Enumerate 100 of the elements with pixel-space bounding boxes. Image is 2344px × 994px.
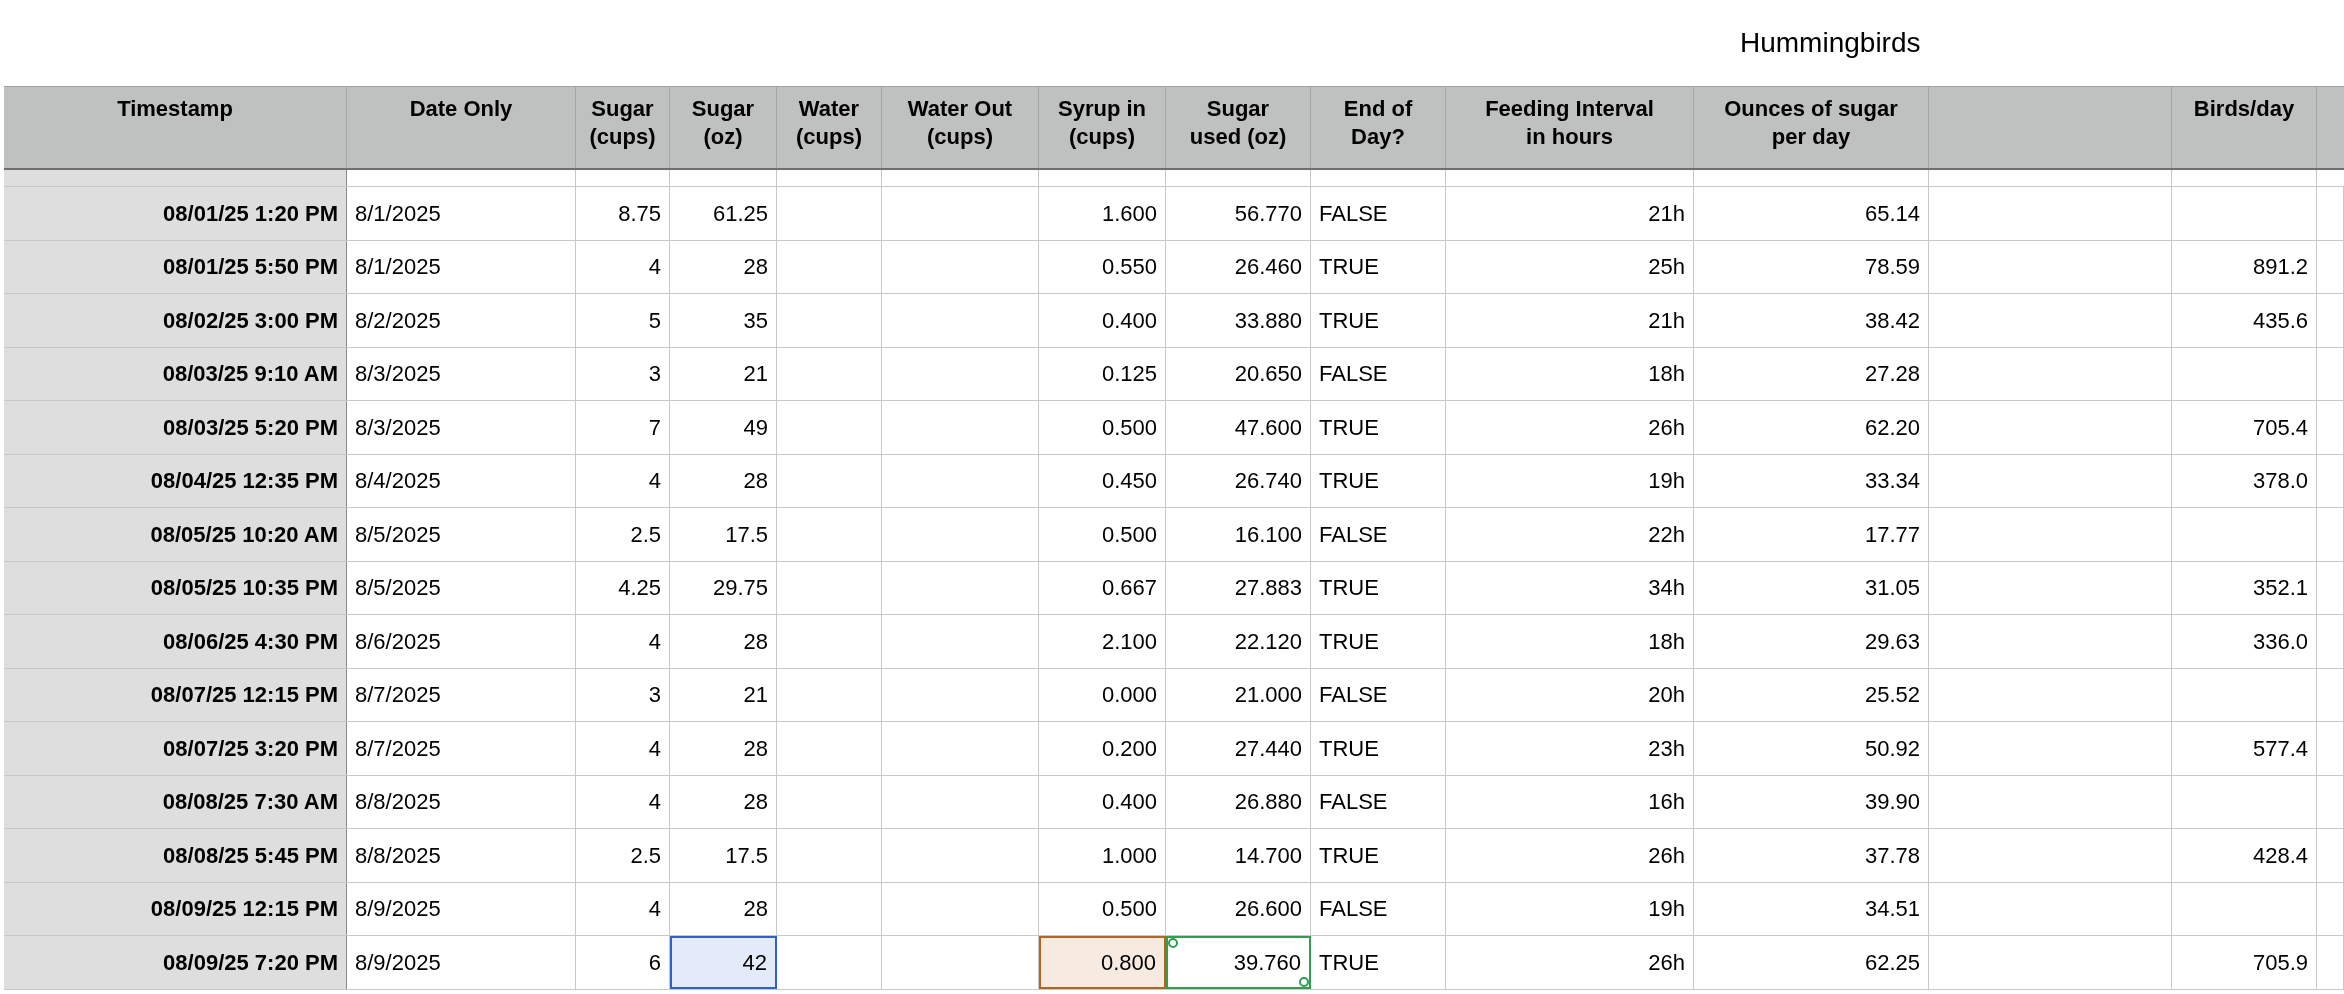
table-cell[interactable]: 4 — [576, 615, 670, 668]
table-cell[interactable]: TRUE — [1311, 401, 1446, 454]
table-cell[interactable]: 21 — [670, 347, 777, 400]
table-cell[interactable]: 8/7/2025 — [347, 722, 576, 775]
table-cell[interactable]: 23h — [1446, 722, 1694, 775]
table-cell[interactable]: 18h — [1446, 615, 1694, 668]
table-cell[interactable]: FALSE — [1311, 347, 1446, 400]
table-cell[interactable]: 8.75 — [576, 187, 670, 240]
table-cell[interactable]: 0.800 — [1039, 936, 1166, 989]
table-cell[interactable]: 8/5/2025 — [347, 508, 576, 561]
row-header-cell[interactable]: 08/02/25 3:00 PM — [4, 294, 347, 347]
table-cell[interactable]: 27.883 — [1166, 561, 1311, 614]
table-cell[interactable]: TRUE — [1311, 829, 1446, 882]
row-header-cell[interactable]: 08/05/25 10:20 AM — [4, 508, 347, 561]
table-cell[interactable]: 33.880 — [1166, 294, 1311, 347]
table-cell[interactable]: 26.740 — [1166, 454, 1311, 507]
table-cell[interactable]: 8/5/2025 — [347, 561, 576, 614]
table-cell[interactable]: 28 — [670, 615, 777, 668]
table-cell[interactable]: 26.600 — [1166, 882, 1311, 935]
table-cell[interactable]: 26.880 — [1166, 775, 1311, 828]
table-cell[interactable]: 16h — [1446, 775, 1694, 828]
table-cell[interactable]: 891.2 — [2172, 240, 2317, 293]
row-header-cell[interactable]: 08/03/25 5:20 PM — [4, 401, 347, 454]
table-cell[interactable]: 38.42 — [1694, 294, 1929, 347]
table-cell[interactable]: 22.120 — [1166, 615, 1311, 668]
table-cell[interactable]: 8/8/2025 — [347, 829, 576, 882]
table-cell[interactable]: FALSE — [1311, 187, 1446, 240]
row-header-cell[interactable]: 08/07/25 12:15 PM — [4, 668, 347, 721]
row-header-cell[interactable]: 08/04/25 12:35 PM — [4, 454, 347, 507]
table-cell[interactable]: 28 — [670, 454, 777, 507]
row-header-cell[interactable]: 08/01/25 1:20 PM — [4, 187, 347, 240]
table-cell[interactable]: TRUE — [1311, 615, 1446, 668]
table-cell[interactable]: 5 — [576, 294, 670, 347]
table-cell[interactable]: 1.000 — [1039, 829, 1166, 882]
table-cell[interactable]: 21h — [1446, 187, 1694, 240]
table-cell[interactable]: 0.500 — [1039, 508, 1166, 561]
table-cell[interactable]: 25.52 — [1694, 668, 1929, 721]
table-cell[interactable]: TRUE — [1311, 454, 1446, 507]
table-cell[interactable]: 336.0 — [2172, 615, 2317, 668]
table-cell[interactable]: 378.0 — [2172, 454, 2317, 507]
table-cell[interactable]: 35 — [670, 294, 777, 347]
row-header-cell[interactable]: 08/05/25 10:35 PM — [4, 561, 347, 614]
column-header[interactable]: Feeding Interval in hours — [1446, 87, 1694, 168]
row-header-cell[interactable]: 08/08/25 7:30 AM — [4, 775, 347, 828]
table-cell[interactable]: 28 — [670, 882, 777, 935]
row-header-cell[interactable]: 08/06/25 4:30 PM — [4, 615, 347, 668]
table-cell[interactable]: 61.25 — [670, 187, 777, 240]
table-cell[interactable]: 0.200 — [1039, 722, 1166, 775]
row-header-cell[interactable]: 08/09/25 12:15 PM — [4, 882, 347, 935]
column-header[interactable]: End of Day? — [1311, 87, 1446, 168]
table-cell[interactable]: FALSE — [1311, 775, 1446, 828]
table-cell[interactable]: 34.51 — [1694, 882, 1929, 935]
table-cell[interactable]: 18h — [1446, 347, 1694, 400]
table-cell[interactable]: 8/7/2025 — [347, 668, 576, 721]
range-handle-icon[interactable] — [1299, 976, 1309, 987]
table-cell[interactable]: 20.650 — [1166, 347, 1311, 400]
table-cell[interactable]: 3 — [576, 347, 670, 400]
table-cell[interactable]: 705.4 — [2172, 401, 2317, 454]
table-cell[interactable]: 2.100 — [1039, 615, 1166, 668]
table-cell[interactable]: 0.550 — [1039, 240, 1166, 293]
table-cell[interactable]: FALSE — [1311, 668, 1446, 721]
column-header[interactable]: Syrup in (cups) — [1039, 87, 1166, 168]
table-cell[interactable]: 33.34 — [1694, 454, 1929, 507]
table-cell[interactable]: 50.92 — [1694, 722, 1929, 775]
table-cell[interactable]: 4 — [576, 882, 670, 935]
table-cell[interactable]: 3 — [576, 668, 670, 721]
table-cell[interactable]: TRUE — [1311, 722, 1446, 775]
table-cell[interactable]: 19h — [1446, 882, 1694, 935]
table-cell[interactable]: 62.20 — [1694, 401, 1929, 454]
table-cell[interactable]: 4 — [576, 775, 670, 828]
table-cell[interactable]: 17.77 — [1694, 508, 1929, 561]
table-cell[interactable]: 29.75 — [670, 561, 777, 614]
table-cell[interactable]: 39.90 — [1694, 775, 1929, 828]
table-cell[interactable]: 0.450 — [1039, 454, 1166, 507]
table-cell[interactable]: 8/6/2025 — [347, 615, 576, 668]
table-cell[interactable]: 62.25 — [1694, 936, 1929, 989]
table-cell[interactable]: TRUE — [1311, 294, 1446, 347]
table-cell[interactable]: 42 — [670, 936, 777, 989]
table-cell[interactable]: 435.6 — [2172, 294, 2317, 347]
table-cell[interactable]: 21.000 — [1166, 668, 1311, 721]
column-header[interactable]: Timestamp — [4, 87, 347, 168]
table-cell[interactable]: 47.600 — [1166, 401, 1311, 454]
table-cell[interactable]: 0.400 — [1039, 775, 1166, 828]
table-cell[interactable]: 352.1 — [2172, 561, 2317, 614]
table-cell[interactable]: 27.440 — [1166, 722, 1311, 775]
table-cell[interactable]: 0.400 — [1039, 294, 1166, 347]
table-cell[interactable]: 56.770 — [1166, 187, 1311, 240]
table-cell[interactable]: 34h — [1446, 561, 1694, 614]
table-cell[interactable]: 1.600 — [1039, 187, 1166, 240]
table-cell[interactable]: 8/3/2025 — [347, 347, 576, 400]
row-header-cell[interactable]: 08/01/25 5:50 PM — [4, 240, 347, 293]
table-cell[interactable]: 28 — [670, 722, 777, 775]
column-header[interactable]: Ounces of sugar per day — [1694, 87, 1929, 168]
table-cell[interactable]: 0.125 — [1039, 347, 1166, 400]
table-cell[interactable]: 16.100 — [1166, 508, 1311, 561]
table-cell[interactable]: 4 — [576, 240, 670, 293]
table-cell[interactable]: 26h — [1446, 829, 1694, 882]
row-header-cell[interactable]: 08/07/25 3:20 PM — [4, 722, 347, 775]
table-cell[interactable]: 19h — [1446, 454, 1694, 507]
column-header[interactable]: Water Out (cups) — [882, 87, 1039, 168]
